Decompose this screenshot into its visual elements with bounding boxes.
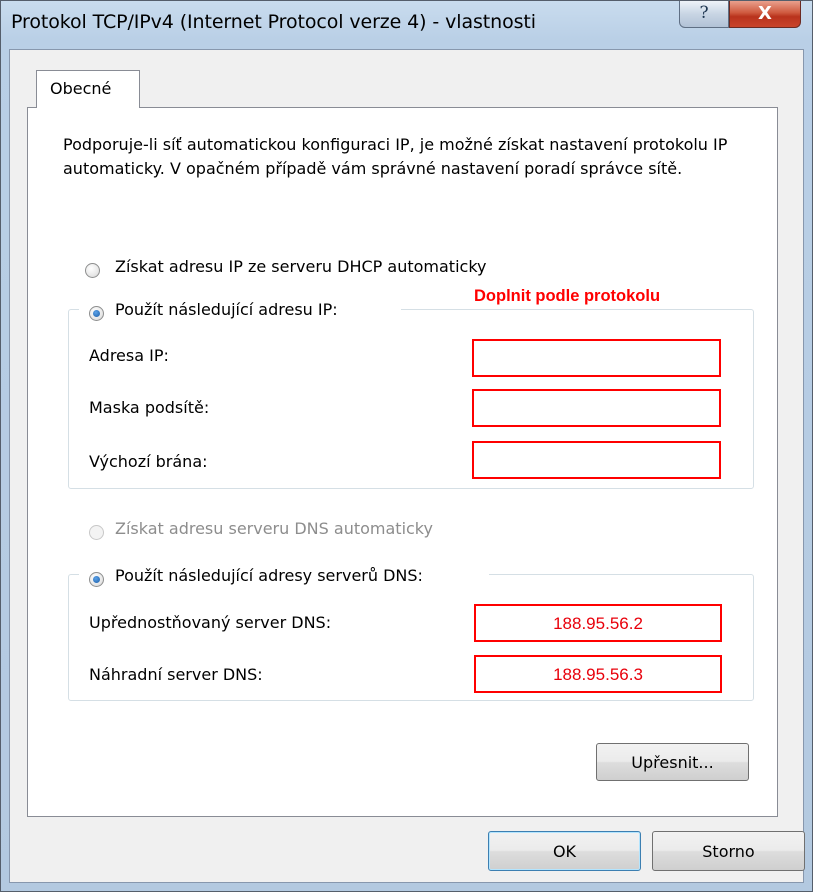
default-gateway-input[interactable] (472, 441, 721, 479)
label-dns-auto: Získat adresu serveru DNS automaticky (115, 519, 433, 538)
tab-general[interactable]: Obecné (36, 70, 140, 108)
cancel-button[interactable]: Storno (652, 831, 805, 871)
cancel-button-label: Storno (702, 842, 755, 861)
label-ip-address: Adresa IP: (89, 346, 169, 365)
radio-dns-auto[interactable] (89, 525, 104, 540)
alternate-dns-input[interactable]: 188.95.56.3 (474, 655, 722, 693)
annotation-fill-per-protocol: Doplnit podle protokolu (474, 287, 661, 305)
help-button[interactable]: ? (679, 1, 729, 28)
tab-general-label: Obecné (50, 79, 112, 98)
label-subnet-mask: Maska podsítě: (89, 398, 210, 417)
ok-button-label: OK (552, 842, 577, 861)
help-icon: ? (699, 3, 709, 23)
radio-ip-manual[interactable] (89, 306, 104, 321)
subnet-mask-input[interactable] (472, 389, 721, 427)
ok-button[interactable]: OK (488, 831, 641, 871)
title-bar[interactable]: Protokol TCP/IPv4 (Internet Protocol ver… (1, 1, 812, 49)
alternate-dns-value: 188.95.56.3 (553, 665, 643, 684)
close-icon: X (758, 3, 772, 24)
dialog-window: Protokol TCP/IPv4 (Internet Protocol ver… (0, 0, 813, 892)
preferred-dns-input[interactable]: 188.95.56.2 (474, 604, 722, 642)
radio-dns-manual[interactable] (89, 572, 104, 587)
preferred-dns-value: 188.95.56.2 (553, 614, 643, 633)
label-ip-manual[interactable]: Použít následující adresu IP: (115, 300, 338, 319)
window-title: Protokol TCP/IPv4 (Internet Protocol ver… (11, 11, 536, 33)
advanced-button[interactable]: Upřesnit... (596, 743, 749, 781)
label-default-gateway: Výchozí brána: (89, 452, 208, 471)
ip-address-input[interactable] (472, 339, 721, 377)
radio-ip-auto[interactable] (85, 263, 100, 278)
description-text: Podporuje-li síť automatickou konfigurac… (63, 135, 728, 178)
label-preferred-dns: Upřednostňovaný server DNS: (89, 613, 332, 632)
label-ip-auto[interactable]: Získat adresu IP ze serveru DHCP automat… (115, 257, 486, 276)
advanced-button-label: Upřesnit... (631, 753, 714, 772)
close-button[interactable]: X (729, 1, 801, 28)
label-dns-manual[interactable]: Použít následující adresy serverů DNS: (115, 566, 423, 585)
label-alternate-dns: Náhradní server DNS: (89, 665, 263, 684)
